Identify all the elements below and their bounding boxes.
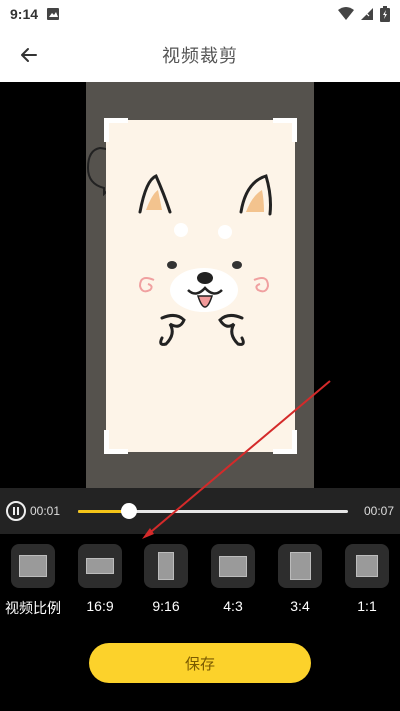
- ratio-label: 4:3: [223, 598, 243, 614]
- crop-handle-top-left[interactable]: [104, 118, 128, 142]
- status-time: 9:14: [10, 6, 39, 22]
- save-button[interactable]: 保存: [89, 643, 311, 683]
- ratio-label: 16:9: [86, 598, 114, 614]
- ratio-tile: [345, 544, 389, 588]
- app-bar: 视频裁剪: [0, 28, 400, 82]
- ratio-option-original[interactable]: 视频比例: [5, 544, 61, 618]
- back-button[interactable]: [16, 42, 42, 68]
- ratio-3-4-icon: [289, 552, 311, 580]
- ratio-label: 9:16: [152, 598, 180, 614]
- page-title: 视频裁剪: [162, 46, 238, 66]
- ratio-tile: [144, 544, 188, 588]
- total-time: 00:07: [363, 504, 394, 518]
- original-ratio-icon: [19, 555, 47, 577]
- ratio-option-1-1[interactable]: 1:1: [344, 544, 390, 614]
- ratio-tile: [211, 544, 255, 588]
- seek-thumb[interactable]: [121, 502, 138, 519]
- ratio-option-3-4[interactable]: 3:4: [277, 544, 323, 614]
- crop-handle-top-right[interactable]: [273, 118, 297, 142]
- current-time: 00:01: [30, 504, 61, 518]
- crop-handle-bottom-left[interactable]: [104, 430, 128, 454]
- pause-icon: [13, 507, 15, 515]
- video-preview: [0, 82, 400, 488]
- crop-handle-bottom-right[interactable]: [273, 430, 297, 454]
- ratio-label: 1:1: [357, 598, 377, 614]
- seek-bar[interactable]: [78, 502, 348, 519]
- pause-icon-bar: [17, 507, 19, 515]
- battery-icon: [380, 6, 390, 22]
- ratio-option-4-3[interactable]: 4:3: [210, 544, 256, 614]
- playback-controls: 00:01 00:07: [0, 488, 400, 534]
- cellular-signal-icon: [361, 8, 373, 20]
- crop-area[interactable]: [106, 120, 295, 452]
- ratio-tile: [278, 544, 322, 588]
- image-notification-icon: [47, 8, 60, 20]
- pause-button[interactable]: [6, 501, 26, 521]
- ratio-option-9-16[interactable]: 9:16: [143, 544, 189, 614]
- ratio-tile: [11, 544, 55, 588]
- status-bar: 9:14: [0, 0, 400, 28]
- ratio-selector: 视频比例 16:9 9:16 4:3 3:4 1:1: [0, 534, 400, 624]
- ratio-16-9-icon: [86, 558, 114, 574]
- ratio-4-3-icon: [219, 555, 247, 577]
- ratio-label: 3:4: [290, 598, 310, 614]
- ratio-option-16-9[interactable]: 16:9: [77, 544, 123, 614]
- ratio-tile: [78, 544, 122, 588]
- cartoon-dog-image: [138, 174, 272, 346]
- back-arrow-icon: [21, 48, 37, 62]
- ratio-1-1-icon: [356, 555, 378, 577]
- ratio-9-16-icon: [158, 552, 174, 580]
- wifi-icon: [338, 7, 354, 20]
- ratio-label: 视频比例: [5, 600, 61, 616]
